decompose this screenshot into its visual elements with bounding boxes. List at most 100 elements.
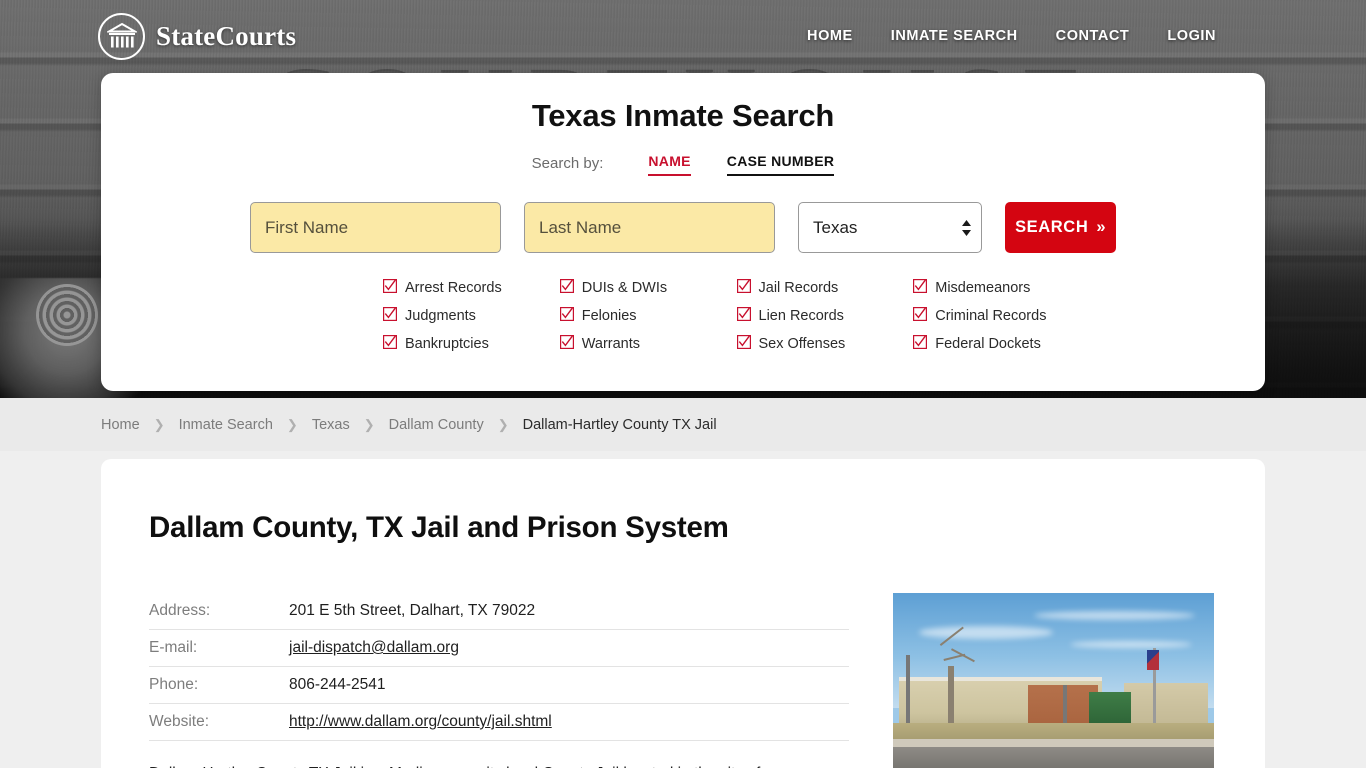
checked-box-icon [736,335,751,353]
info-key-email: E-mail: [149,629,289,667]
checkbox-label: Arrest Records [405,280,502,296]
chevron-right-icon: ❯ [363,416,375,432]
checked-box-icon [383,307,398,325]
checkbox-warrants[interactable]: Warrants [559,335,737,353]
checkbox-label: Felonies [581,308,637,324]
photo-light-pole [905,655,910,733]
page-title: Dallam County, TX Jail and Prison System [149,511,729,544]
table-row: Address: 201 E 5th Street, Dalhart, TX 7… [149,593,849,630]
facility-info-column: Address: 201 E 5th Street, Dalhart, TX 7… [149,593,849,768]
facility-description: Dallam-Hartley County TX Jail is a Mediu… [149,762,849,768]
record-type-checkbox-grid: Arrest Records DUIs & DWIs Jail Records … [101,253,1265,353]
info-value-address: 201 E 5th Street, Dalhart, TX 79022 [289,593,849,630]
nav-item-inmate-search[interactable]: INMATE SEARCH [891,28,1018,44]
last-name-input[interactable] [524,202,775,253]
double-chevron-right-icon: » [1096,218,1107,236]
checkbox-label: Bankruptcies [405,336,489,352]
column-scroll-decoration [36,284,98,346]
checkbox-bankruptcies[interactable]: Bankruptcies [383,335,560,353]
brand-name: StateCourts [156,20,297,51]
checked-box-icon [736,307,751,325]
photo-flag [1146,649,1160,670]
checkbox-label: DUIs & DWIs [581,280,668,296]
search-card-title: Texas Inmate Search [531,98,835,133]
state-select-wrapper: Texas [798,202,983,253]
checkbox-label: Lien Records [758,308,844,324]
info-value-email: jail-dispatch@dallam.org [289,629,849,667]
chevron-right-icon: ❯ [497,416,509,432]
inmate-search-card: Texas Inmate Search Search by: NAME CASE… [101,73,1265,391]
info-key-address: Address: [149,593,289,630]
checked-box-icon [383,279,398,297]
content-area: Dallam County, TX Jail and Prison System… [0,451,1366,768]
courthouse-logo-icon [98,12,145,60]
breadcrumb-item-current: Dallam-Hartley County TX Jail [522,416,717,433]
nav-item-login[interactable]: LOGIN [1167,28,1216,44]
checked-box-icon [559,335,574,353]
tab-search-by-case-number[interactable]: CASE NUMBER [726,153,835,176]
breadcrumb: Home ❯ Inmate Search ❯ Texas ❯ Dallam Co… [0,398,1366,451]
table-row: Phone: 806-244-2541 [149,666,849,704]
table-row: Website: http://www.dallam.org/county/ja… [149,703,849,741]
photo-building-right [1124,682,1208,725]
checkbox-label: Criminal Records [935,308,1047,324]
info-value-website: http://www.dallam.org/county/jail.shtml [289,703,849,741]
checkbox-sex-offenses[interactable]: Sex Offenses [736,335,914,353]
search-by-label: Search by: [531,155,604,172]
checkbox-label: Sex Offenses [758,336,846,352]
hero-banner: COURTHOUSE StateCourts HOME INMATE SEARC… [0,0,1366,398]
main-navigation: HOME INMATE SEARCH CONTACT LOGIN [807,28,1216,44]
search-form-row: Texas SEARCH » [101,202,1265,253]
checkbox-label: Federal Dockets [935,336,1041,352]
checked-box-icon [559,307,574,325]
checkbox-lien-records[interactable]: Lien Records [736,307,914,325]
email-link[interactable]: jail-dispatch@dallam.org [289,639,459,656]
photo-cloud [1069,640,1192,648]
info-key-phone: Phone: [149,666,289,704]
top-bar: StateCourts HOME INMATE SEARCH CONTACT L… [0,0,1366,72]
nav-item-contact[interactable]: CONTACT [1056,28,1130,44]
nav-item-home[interactable]: HOME [807,28,853,44]
first-name-input[interactable] [250,202,501,253]
checked-box-icon [913,279,928,297]
breadcrumb-item-dallam-county[interactable]: Dallam County [389,417,484,433]
breadcrumb-item-home[interactable]: Home [101,417,140,433]
checkbox-label: Misdemeanors [935,280,1031,296]
info-value-phone: 806-244-2541 [289,666,849,704]
state-select[interactable]: Texas [798,202,983,253]
search-button[interactable]: SEARCH » [1005,202,1116,253]
checked-box-icon [559,279,574,297]
checkbox-jail-records[interactable]: Jail Records [736,279,914,297]
checked-box-icon [736,279,751,297]
facility-info-table: Address: 201 E 5th Street, Dalhart, TX 7… [149,593,849,741]
checkbox-label: Warrants [581,336,641,352]
checkbox-judgments[interactable]: Judgments [383,307,560,325]
checkbox-label: Jail Records [758,280,839,296]
checkbox-label: Judgments [405,308,476,324]
checkbox-arrest-records[interactable]: Arrest Records [383,279,560,297]
brand-logo-link[interactable]: StateCourts [98,12,297,60]
tab-search-by-name[interactable]: NAME [648,153,691,176]
photo-tree [947,666,954,729]
photo-green-dumpster [1088,691,1131,723]
table-row: E-mail: jail-dispatch@dallam.org [149,629,849,667]
checkbox-federal-dockets[interactable]: Federal Dockets [913,335,1090,353]
chevron-right-icon: ❯ [286,416,298,432]
breadcrumb-item-inmate-search[interactable]: Inmate Search [179,417,273,433]
checkbox-duis-dwis[interactable]: DUIs & DWIs [559,279,737,297]
search-by-row: Search by: NAME CASE NUMBER [101,153,1265,176]
info-key-website: Website: [149,703,289,741]
breadcrumb-item-texas[interactable]: Texas [312,417,350,433]
website-link[interactable]: http://www.dallam.org/county/jail.shtml [289,713,552,730]
photo-road [893,746,1214,768]
facility-photo [893,593,1214,768]
checkbox-felonies[interactable]: Felonies [559,307,737,325]
facility-info-and-photo: Address: 201 E 5th Street, Dalhart, TX 7… [149,593,1214,768]
checked-box-icon [383,335,398,353]
checkbox-criminal-records[interactable]: Criminal Records [913,307,1090,325]
search-button-label: SEARCH [1015,218,1089,236]
checkbox-misdemeanors[interactable]: Misdemeanors [913,279,1090,297]
facility-detail-card: Dallam County, TX Jail and Prison System… [101,459,1265,768]
photo-cloud [918,625,1054,639]
checked-box-icon [913,335,928,353]
